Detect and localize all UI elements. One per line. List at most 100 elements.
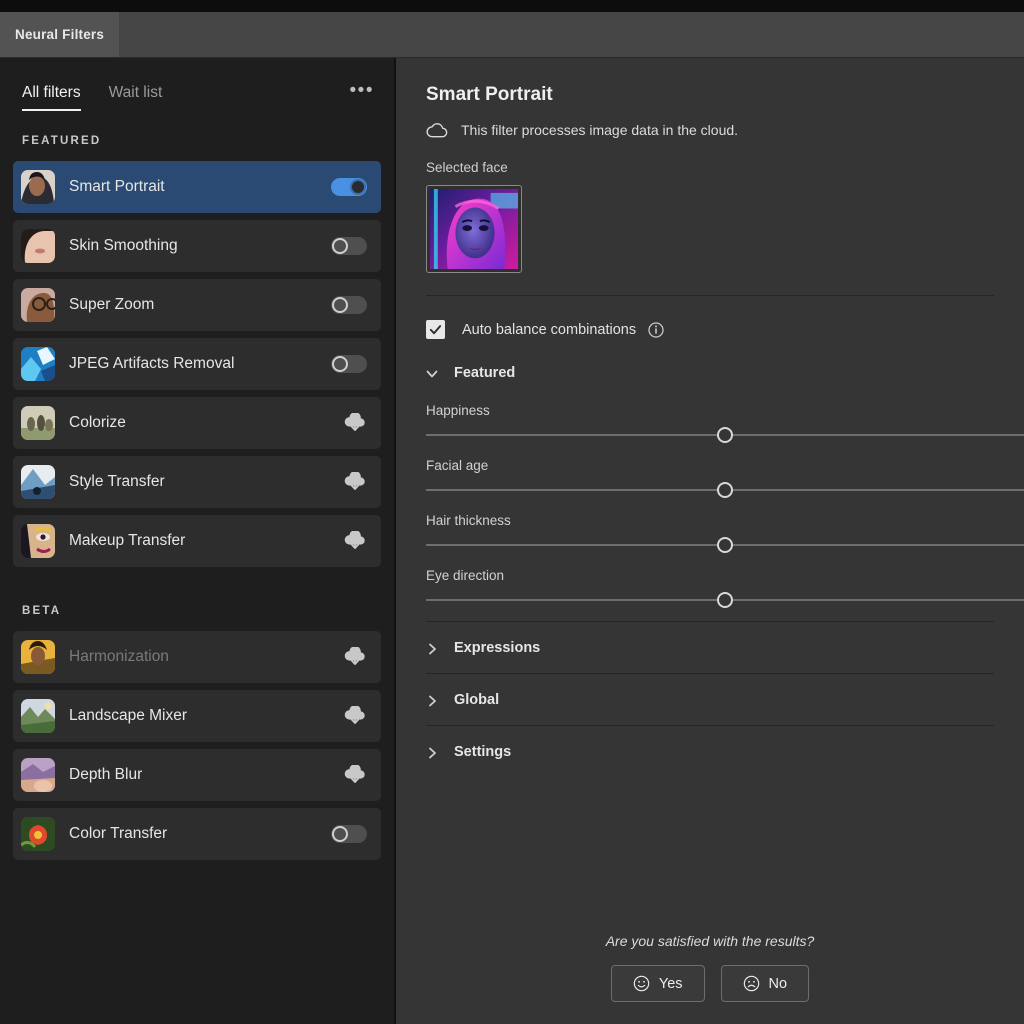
filter-row-label: Landscape Mixer [69, 707, 188, 724]
slider-track[interactable] [426, 427, 1024, 443]
header-divider [426, 295, 994, 296]
cloud-notice: This filter processes image data in the … [426, 122, 994, 138]
section-featured-header[interactable]: Featured [426, 365, 994, 381]
chevron-right-icon [426, 746, 438, 758]
slider-track[interactable] [426, 592, 1024, 608]
panel-body: All filters Wait list ••• FEATURED Smart … [0, 58, 1024, 1024]
filter-toggle[interactable] [331, 296, 367, 314]
cloud-download-icon[interactable] [343, 646, 367, 667]
detail-header: Smart Portrait This filter processes ima… [396, 58, 1024, 296]
sidebar-tab-wait-list[interactable]: Wait list [109, 84, 163, 111]
filter-row-label: Smart Portrait [69, 178, 165, 195]
smiley-sad-icon [743, 975, 759, 992]
filter-groups: FEATURED Smart Portrait Skin Smoothing Supe… [0, 135, 394, 860]
filter-row[interactable]: JPEG Artifacts Removal [13, 338, 381, 390]
slider-block: Happiness [426, 403, 1024, 443]
auto-balance-checkbox[interactable] [426, 320, 445, 339]
chevron-right-icon [426, 694, 438, 706]
filter-thumbnail-icon [21, 817, 55, 851]
filter-thumbnail-icon [21, 170, 55, 204]
filter-thumbnail-icon [21, 406, 55, 440]
smiley-happy-icon [633, 975, 650, 992]
collapsed-section-list: Expressions Global Settings [426, 621, 994, 777]
slider-track[interactable] [426, 537, 1024, 553]
filter-list: Harmonization Landscape Mixer Depth Blur Co… [0, 631, 394, 860]
feedback-yes-label: Yes [658, 975, 683, 992]
sidebar-tab-all-filters-label: All filters [22, 84, 81, 101]
slider-track[interactable] [426, 482, 1024, 498]
feedback-block: Are you satisfied with the results? Yes [396, 933, 1024, 1002]
cloud-download-icon[interactable] [343, 764, 367, 785]
collapsed-section-header[interactable]: Expressions [426, 621, 994, 673]
filters-sidebar: All filters Wait list ••• FEATURED Smart … [0, 58, 396, 1024]
slider-handle[interactable] [717, 427, 733, 443]
collapsed-section-label: Expressions [454, 639, 541, 656]
filter-detail-panel: Smart Portrait This filter processes ima… [396, 58, 1024, 1024]
filter-row[interactable]: Style Transfer [13, 456, 381, 508]
feedback-yes-button[interactable]: Yes [610, 965, 705, 1002]
feedback-no-button[interactable]: No [720, 965, 810, 1002]
filter-row-label: JPEG Artifacts Removal [69, 355, 235, 372]
sidebar-tab-wait-list-label: Wait list [108, 84, 163, 101]
filter-row[interactable]: Color Transfer [13, 808, 381, 860]
filter-row[interactable]: Depth Blur [13, 749, 381, 801]
filter-toggle[interactable] [331, 178, 367, 196]
filter-row-label: Skin Smoothing [69, 237, 178, 254]
filter-row[interactable]: Harmonization [13, 631, 381, 683]
filter-row-label: Makeup Transfer [69, 532, 186, 549]
filter-toggle[interactable] [331, 825, 367, 843]
filter-group-title: FEATURED [22, 135, 102, 147]
filter-thumbnail-icon [21, 347, 55, 381]
filter-row[interactable]: Makeup Transfer [13, 515, 381, 567]
filter-list: Smart Portrait Skin Smoothing Super Zoom JP… [0, 161, 394, 567]
cloud-download-icon[interactable] [343, 705, 367, 726]
slider-label: Hair thickness [426, 513, 511, 528]
filter-row[interactable]: Skin Smoothing [13, 220, 381, 272]
filter-thumbnail-icon [21, 699, 55, 733]
filter-toggle[interactable] [331, 355, 367, 373]
selected-face-label: Selected face [426, 160, 508, 175]
slider-list: Happiness Facial age Hair thickness Eye dir… [426, 403, 1024, 608]
collapsed-section-header[interactable]: Settings [426, 725, 994, 777]
tab-neural-filters[interactable]: Neural Filters [0, 12, 120, 57]
filter-row-label: Depth Blur [69, 766, 143, 783]
filter-row[interactable]: Super Zoom [13, 279, 381, 331]
filter-row-label: Harmonization [69, 648, 169, 665]
slider-label: Happiness [426, 403, 490, 418]
cloud-icon [426, 122, 448, 138]
filter-group-title: BETA [22, 605, 62, 617]
cloud-download-icon[interactable] [343, 530, 367, 551]
filter-row[interactable]: Smart Portrait [13, 161, 381, 213]
check-icon [429, 325, 442, 335]
auto-balance-label: Auto balance combinations [462, 321, 637, 338]
sidebar-tab-all-filters[interactable]: All filters [22, 84, 81, 111]
slider-handle[interactable] [717, 537, 733, 553]
auto-balance-row[interactable]: Auto balance combinations [426, 320, 994, 339]
cloud-download-icon[interactable] [343, 412, 367, 433]
selected-face-thumbnail[interactable] [426, 185, 522, 273]
slider-handle[interactable] [717, 592, 733, 608]
filter-row[interactable]: Landscape Mixer [13, 690, 381, 742]
filter-thumbnail-icon [21, 640, 55, 674]
filter-thumbnail-icon [21, 524, 55, 558]
filter-toggle[interactable] [331, 237, 367, 255]
filter-row-label: Colorize [69, 414, 126, 431]
filter-row-label: Style Transfer [69, 473, 165, 490]
cloud-download-icon[interactable] [343, 471, 367, 492]
filter-row[interactable]: Colorize [13, 397, 381, 449]
collapsed-section-label: Global [454, 691, 500, 708]
slider-block: Eye direction [426, 568, 1024, 608]
slider-handle[interactable] [717, 482, 733, 498]
slider-block: Hair thickness [426, 513, 1024, 553]
title-bar-strip [0, 0, 1024, 12]
overflow-menu-icon[interactable]: ••• [350, 81, 374, 100]
filter-thumbnail-icon [21, 288, 55, 322]
feedback-question: Are you satisfied with the results? [605, 933, 815, 949]
collapsed-section-header[interactable]: Global [426, 673, 994, 725]
slider-label: Facial age [426, 458, 489, 473]
feedback-no-label: No [768, 975, 788, 992]
filter-row-label: Super Zoom [69, 296, 155, 313]
info-icon[interactable] [648, 321, 664, 338]
filter-thumbnail-icon [21, 465, 55, 499]
feedback-buttons: Yes No [396, 965, 1024, 1002]
